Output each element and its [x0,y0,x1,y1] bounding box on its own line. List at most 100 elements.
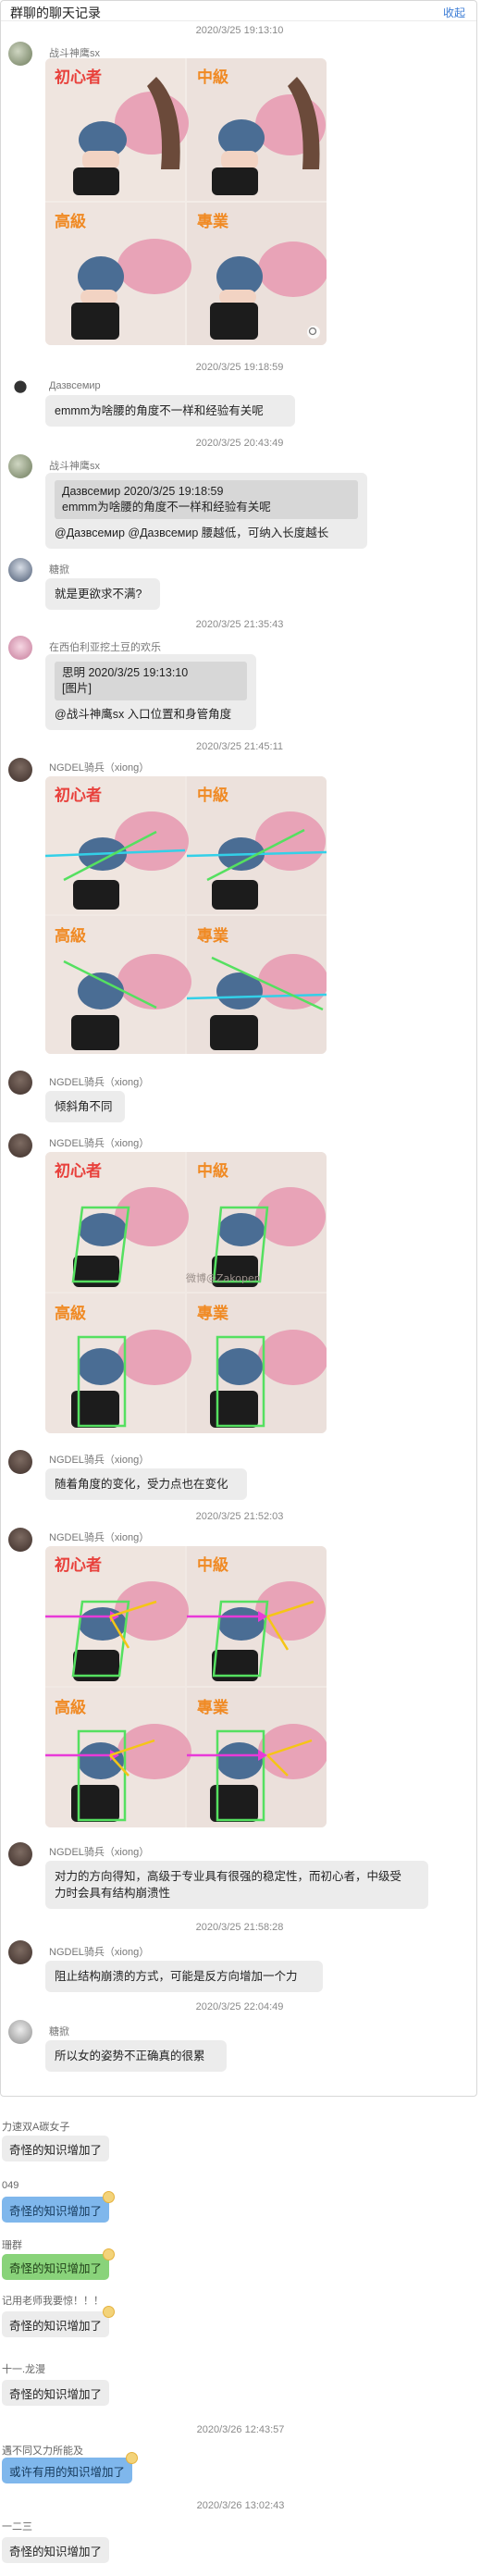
sender-name: Дазвсемир [49,380,101,391]
label-intermediate: 中級 [197,786,228,805]
label-expert: 專業 [197,1304,228,1323]
sender-name: NGDEL骑兵（xiong） [49,1532,150,1543]
label-beginner: 初心者 [55,1161,102,1181]
comparison-image: 初心者 中級 高級 專業 [45,58,327,345]
avatar[interactable] [8,1071,32,1095]
badge-icon [103,2306,116,2318]
message-text: 奇怪的知识增加了 [9,2320,103,2333]
message-bubble: 或许有用的知识增加了 [2,2452,139,2483]
avatar[interactable] [8,2020,32,2044]
sender-name: NGDEL骑兵（xiong） [49,1077,150,1088]
quote-text: emmm为啥腰的角度不一样和经验有关呢 [62,501,271,514]
label-intermediate: 中級 [197,1161,228,1181]
avatar[interactable] [8,1940,32,1964]
label-beginner: 初心者 [55,1555,102,1575]
sender-name: 遇不同又力所能及 [2,2446,83,2457]
quote-header: Дазвсемир 2020/3/25 19:18:59 [62,485,224,498]
message-bubble: 奇怪的知识增加了 [2,2248,116,2280]
message-bubble: 倾斜角不同 [45,1091,125,1122]
message-bubble: 就是更欲求不满? [45,578,160,610]
message-text: 阻止结构崩溃的方式，可能是反方向增加一个力 [55,1970,298,1983]
avatar[interactable] [8,454,32,478]
sender-name: NGDEL骑兵（xiong） [49,1947,150,1958]
force-boxes-image: 初心者 中級 高級 專業 微博@Zakopen [45,1152,327,1433]
message-text: @战斗神鹰sx 入口位置和身管角度 [55,708,232,721]
label-beginner: 初心者 [55,68,102,87]
avatar[interactable] [8,1133,32,1158]
message-bubble: 随着角度的变化，受力点也在变化 [45,1468,247,1500]
label-advanced: 高級 [55,1304,86,1323]
image-watermark: 微博@Zakopen [186,1271,261,1284]
sender-name: 糖掀 [49,2026,69,2037]
timestamp: 2020/3/25 19:13:10 [195,25,284,36]
sender-name: NGDEL骑兵（xiong） [49,762,150,774]
image-message[interactable]: 初心者 中級 高級 專業 [45,58,327,345]
timestamp: 2020/3/25 20:43:49 [195,438,284,449]
avatar[interactable] [8,378,32,402]
message-text: 随着角度的变化，受力点也在变化 [55,1478,228,1491]
timestamp: 2020/3/25 21:45:11 [196,741,283,752]
timestamp: 2020/3/25 21:52:03 [195,1511,284,1522]
message-text: 对力的方向得知，高级于专业具有很强的稳定性，而初心者，中级受 [55,1870,402,1883]
avatar[interactable] [8,636,32,660]
avatar[interactable] [8,1450,32,1474]
avatar[interactable] [8,1842,32,1866]
message-bubble: 奇怪的知识增加了 [2,2537,110,2563]
quoted-message[interactable]: Дазвсемир 2020/3/25 19:18:59 emmm为啥腰的角度不… [55,480,358,519]
image-message[interactable]: 初心者 中級 高級 專業 微博@Zakopen [45,1152,327,1433]
label-intermediate: 中級 [197,68,228,87]
message-bubble: 思明 2020/3/25 19:13:10 [图片] @战斗神鹰sx 入口位置和… [45,654,256,730]
message-bubble: 所以女的姿势不正确真的很累 [45,2040,227,2072]
label-advanced: 高級 [55,212,86,231]
page-title: 群聊的聊天记录 [10,6,101,20]
label-intermediate: 中級 [197,1555,228,1575]
avatar[interactable] [8,42,32,66]
quoted-message[interactable]: 思明 2020/3/25 19:13:10 [图片] [55,662,247,700]
sender-name: NGDEL骑兵（xiong） [49,1138,150,1149]
message-bubble: emmm为啥腰的角度不一样和经验有关呢 [45,395,295,427]
sender-name: 049 [2,2180,19,2191]
sender-name: 记用老师我要惊！！！ [2,2296,104,2307]
avatar[interactable] [8,1528,32,1552]
sender-name: NGDEL骑兵（xiong） [49,1455,150,1466]
timestamp: 2020/3/25 19:18:59 [195,362,284,373]
message-text: 奇怪的知识增加了 [9,2262,103,2275]
label-expert: 專業 [197,926,228,946]
sender-name: 糖掀 [49,564,69,576]
avatar[interactable] [8,758,32,782]
message-bubble: 阻止结构崩溃的方式，可能是反方向增加一个力 [45,1961,323,1992]
label-expert: 專業 [197,212,228,231]
sender-name: 力速双A碳女子 [2,2122,70,2133]
sender-name: NGDEL骑兵（xiong） [49,1847,150,1858]
message-bubble: Дазвсемир 2020/3/25 19:18:59 emmm为啥腰的角度不… [45,473,367,549]
collapse-link[interactable]: 收起 [443,5,465,20]
timestamp: 2020/3/26 13:02:43 [196,2500,285,2511]
sender-name: 珊群 [2,2240,22,2251]
message-text: 倾斜角不同 [55,1100,113,1113]
force-arrows-image: 初心者 中級 高級 專業 [45,1546,327,1827]
image-message[interactable]: 初心者 中級 高級 專業 [45,776,327,1054]
image-message[interactable]: 初心者 中級 高級 專業 [45,1546,327,1827]
sender-name: 十一.龙漫 [2,2364,46,2375]
quote-header: 思明 2020/3/25 19:13:10 [62,666,189,679]
label-advanced: 高級 [55,1698,86,1717]
message-text: 力时会具有结构崩溃性 [55,1887,171,1900]
message-bubble: 奇怪的知识增加了 [2,2191,116,2223]
message-text: emmm为啥腰的角度不一样和经验有关呢 [55,404,264,417]
message-text: 或许有用的知识增加了 [9,2466,126,2479]
panel-header: 群聊的聊天记录 收起 [1,1,476,21]
timestamp: 2020/3/26 12:43:57 [196,2424,285,2435]
message-text: @Дазвсемир @Дазвсемир 腰越低，可纳入长度越长 [55,526,329,539]
message-bubble: 奇怪的知识增加了 [2,2136,110,2161]
sender-name: 一二三 [2,2521,32,2533]
timestamp: 2020/3/25 21:35:43 [195,619,284,630]
angle-lines-image: 初心者 中級 高級 專業 [45,776,327,1054]
message-bubble: 奇怪的知识增加了 [2,2306,116,2337]
message-text: 奇怪的知识增加了 [9,2205,103,2218]
label-beginner: 初心者 [55,786,102,805]
timestamp: 2020/3/25 21:58:28 [195,1922,284,1933]
message-text: 所以女的姿势不正确真的很累 [55,2050,205,2062]
avatar[interactable] [8,558,32,582]
chat-history-panel: 群聊的聊天记录 收起 2020/3/25 19:13:10 战斗神鹰sx 初心者… [0,0,477,2097]
badge-icon [126,2452,139,2464]
